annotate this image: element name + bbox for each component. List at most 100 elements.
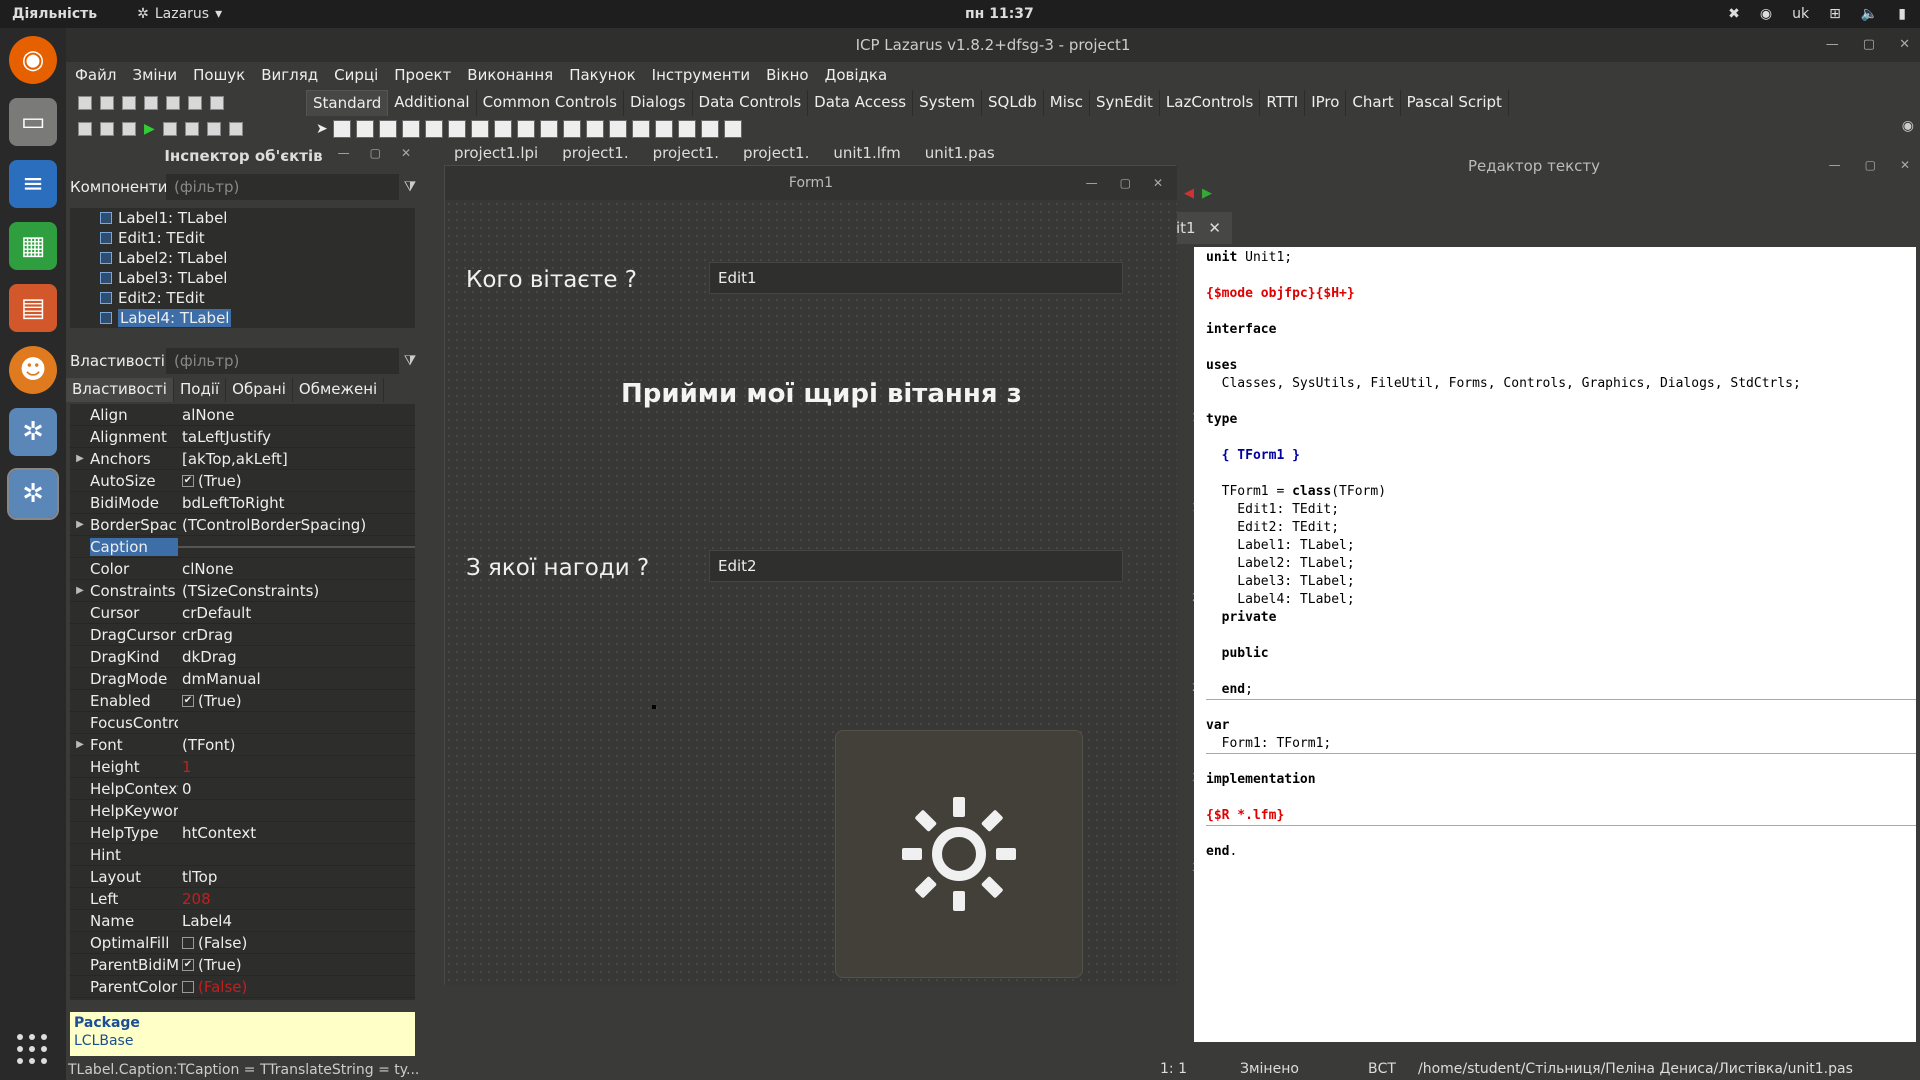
source-tab[interactable]: it1 ✕ — [1172, 212, 1232, 244]
tab-favorites[interactable]: Обрані — [226, 378, 293, 402]
tedit-icon[interactable] — [424, 120, 443, 138]
tradiogroup-icon[interactable] — [631, 120, 650, 138]
pointer-icon[interactable]: ➤ — [316, 121, 328, 137]
maximize-icon[interactable]: ▢ — [1120, 166, 1131, 200]
property-value[interactable]: ✔ (True) — [178, 472, 415, 490]
menu-package[interactable]: Пакунок — [569, 66, 635, 84]
menu-tools[interactable]: Інструменти — [652, 66, 750, 84]
tgroupbox-icon[interactable] — [608, 120, 627, 138]
property-row[interactable]: OptimalFill (False) — [70, 932, 415, 954]
palette-tab-system[interactable]: System — [913, 90, 983, 116]
property-row[interactable]: HelpKeywor — [70, 800, 415, 822]
property-row[interactable]: ▶ Constraints (TSizeConstraints) — [70, 580, 415, 602]
palette-tab-standard[interactable]: Standard — [306, 90, 389, 116]
label4[interactable] — [652, 705, 656, 709]
property-row[interactable]: ▶ Anchors [akTop,akLeft] — [70, 448, 415, 470]
tscrollbar-icon[interactable] — [585, 120, 604, 138]
checkbox[interactable] — [182, 936, 194, 949]
tpanel-icon[interactable] — [677, 120, 696, 138]
tcheckbox-icon[interactable] — [493, 120, 512, 138]
tab-properties[interactable]: Властивості — [66, 378, 174, 402]
tmemo-icon[interactable] — [447, 120, 466, 138]
property-row[interactable]: ▶ BorderSpaci (TControlBorderSpacing) — [70, 514, 415, 536]
tbutton-icon[interactable] — [378, 120, 397, 138]
property-value[interactable]: 1 — [178, 758, 415, 776]
property-row[interactable]: Caption — [70, 536, 415, 558]
open-icon[interactable] — [122, 96, 136, 110]
property-row[interactable]: Alignment taLeftJustify — [70, 426, 415, 448]
run-icon[interactable]: ▶ — [144, 121, 155, 137]
calc-icon[interactable]: ▦ — [9, 222, 57, 270]
property-value[interactable]: (TControlBorderSpacing) — [178, 516, 415, 534]
expand-icon[interactable]: ▶ — [70, 453, 90, 464]
tree-item[interactable]: Edit1: TEdit — [70, 228, 415, 248]
battery-icon[interactable]: ▮ — [1898, 6, 1906, 22]
pause-icon[interactable] — [162, 122, 177, 136]
tcheckgroup-icon[interactable] — [654, 120, 673, 138]
tlistbox-icon[interactable] — [539, 120, 558, 138]
property-value[interactable]: crDrag — [178, 626, 415, 644]
save-all-icon[interactable] — [166, 96, 180, 110]
tab-restricted[interactable]: Обмежені — [293, 378, 385, 402]
label3[interactable]: Прийми мої щирі вітання з — [621, 379, 1022, 409]
close-icon[interactable]: ✕ — [1899, 28, 1910, 62]
property-row[interactable]: DragMode dmManual — [70, 668, 415, 690]
property-value[interactable]: ✔ (True) — [178, 956, 415, 974]
label1[interactable]: Кого вітаєте ? — [466, 267, 637, 293]
close-file-icon[interactable] — [188, 96, 202, 110]
property-value[interactable] — [178, 545, 415, 548]
property-value[interactable]: 0 — [178, 780, 415, 798]
property-row[interactable]: Left 208 — [70, 888, 415, 910]
palette-tab-synedit[interactable]: SynEdit — [1089, 90, 1160, 116]
checkbox[interactable]: ✔ — [182, 474, 194, 487]
property-row[interactable]: Hint — [70, 844, 415, 866]
volume-icon[interactable]: 🔈 — [1861, 6, 1878, 22]
tframe-icon[interactable] — [700, 120, 719, 138]
palette-tab-misc[interactable]: Misc — [1043, 90, 1090, 116]
tool-icon[interactable]: ✖ — [1728, 6, 1740, 22]
activities-button[interactable]: Діяльність — [12, 6, 97, 22]
property-row[interactable]: AutoSize ✔ (True) — [70, 470, 415, 492]
close-icon[interactable]: ✕ — [401, 146, 411, 160]
minimize-icon[interactable]: — — [338, 146, 350, 160]
step-over-icon[interactable] — [228, 122, 243, 136]
tcombobox-icon[interactable] — [562, 120, 581, 138]
writer-icon[interactable]: ≡ — [9, 160, 57, 208]
property-row[interactable]: Color clNone — [70, 558, 415, 580]
tactionlist-icon[interactable] — [723, 120, 742, 138]
edit1[interactable]: Edit1 — [709, 262, 1123, 294]
palette-tab-pascal-script[interactable]: Pascal Script — [1400, 90, 1509, 116]
palette-menu-icon[interactable]: ◉ — [1902, 118, 1914, 134]
form1-canvas[interactable]: Кого вітаєте ? Edit1 Прийми мої щирі віт… — [445, 200, 1177, 986]
menu-help[interactable]: Довідка — [825, 66, 888, 84]
property-value[interactable]: (TSizeConstraints) — [178, 582, 415, 600]
stop-icon[interactable] — [184, 122, 199, 136]
code-area[interactable]: unit Unit1; {$mode objfpc}{$H+} interfac… — [1194, 247, 1916, 1042]
menu-window[interactable]: Вікно — [766, 66, 809, 84]
view-forms-icon[interactable] — [100, 122, 114, 136]
tradiobutton-icon[interactable] — [516, 120, 535, 138]
maximize-icon[interactable]: ▢ — [370, 146, 381, 160]
view-units-icon[interactable] — [78, 122, 92, 136]
tab-events[interactable]: Події — [174, 378, 227, 402]
components-filter-input[interactable]: (фільтр) — [166, 174, 399, 200]
minimize-icon[interactable]: — — [1826, 28, 1839, 62]
firefox-icon[interactable]: ◉ — [9, 36, 57, 84]
tree-item[interactable]: Label3: TLabel — [70, 268, 415, 288]
property-row[interactable]: Name Label4 — [70, 910, 415, 932]
system-tray[interactable]: ✖ ◉ uk ⊞ 🔈 ▮ — [1728, 6, 1906, 22]
property-row[interactable]: ParentColor (False) — [70, 976, 415, 998]
palette-tab-sqldb[interactable]: SQLdb — [982, 90, 1044, 116]
property-value[interactable]: Label4 — [178, 912, 415, 930]
menu-view[interactable]: Вигляд — [261, 66, 318, 84]
filter-icon[interactable]: ⧩ — [399, 179, 421, 195]
impress-icon[interactable]: ▤ — [9, 284, 57, 332]
step-into-icon[interactable] — [206, 122, 221, 136]
network-icon[interactable]: ⊞ — [1829, 6, 1841, 22]
property-value[interactable]: alNone — [178, 406, 415, 424]
expand-icon[interactable]: ▶ — [70, 739, 90, 750]
tab-project1[interactable]: project1. — [562, 144, 628, 166]
property-value[interactable]: (False) — [178, 934, 415, 952]
menu-search[interactable]: Пошук — [193, 66, 245, 84]
tab-project1[interactable]: project1. — [653, 144, 719, 166]
